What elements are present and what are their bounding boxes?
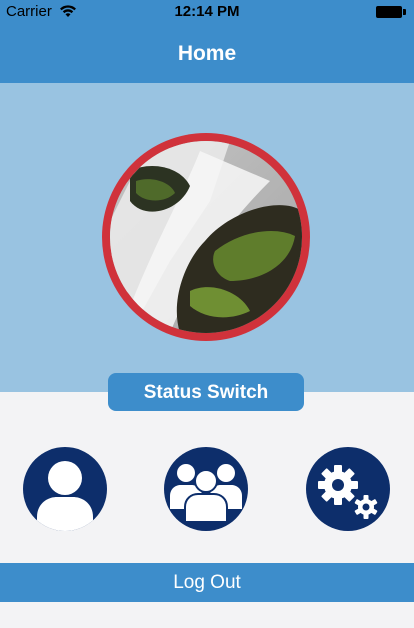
group-icon xyxy=(164,447,248,531)
profile-photo[interactable] xyxy=(110,141,302,333)
settings-button[interactable] xyxy=(306,447,390,531)
navigation-bar: Home xyxy=(0,26,414,83)
status-switch-button[interactable]: Status Switch xyxy=(108,373,304,411)
page-title: Home xyxy=(177,42,237,65)
logout-button[interactable]: Log Out xyxy=(0,563,414,602)
status-bar: Carrier 12:14 PM xyxy=(0,0,414,26)
battery-icon xyxy=(376,6,406,18)
gears-icon xyxy=(306,447,390,531)
user-icon xyxy=(23,447,107,531)
clock-time: 12:14 PM xyxy=(174,3,240,20)
group-button[interactable] xyxy=(164,447,248,531)
profile-button[interactable] xyxy=(23,447,107,531)
